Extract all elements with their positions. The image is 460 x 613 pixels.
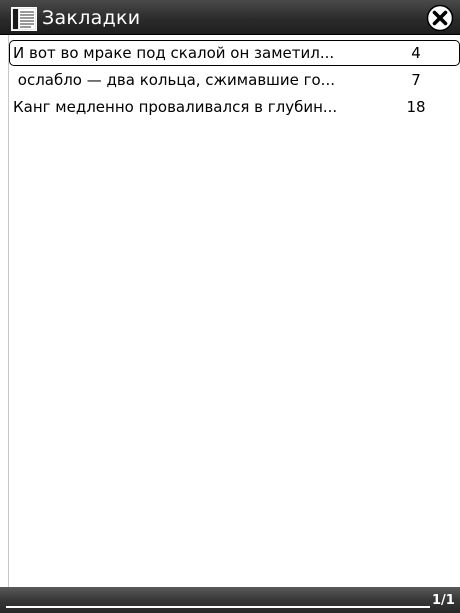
bookmark-page: 4 bbox=[411, 44, 421, 62]
page-progress-line bbox=[6, 606, 430, 608]
bookmarks-window: Закладки И вот во мраке под скалой он за… bbox=[0, 0, 460, 613]
bookmark-text: Канг медленно проваливался в глубин... bbox=[13, 98, 338, 116]
bookmarks-book-icon bbox=[11, 7, 37, 31]
bookmark-page: 18 bbox=[406, 98, 426, 116]
close-button[interactable] bbox=[426, 4, 454, 32]
bookmark-text: ослабло — два кольца, сжимавшие го... bbox=[13, 71, 335, 89]
page-indicator: 1/1 bbox=[432, 593, 455, 608]
title-bar: Закладки bbox=[0, 0, 460, 35]
bookmark-item[interactable]: ослабло — два кольца, сжимавшие го... 7 bbox=[9, 67, 460, 93]
bookmark-item[interactable]: Канг медленно проваливался в глубин... 1… bbox=[9, 94, 460, 120]
window-title: Закладки bbox=[42, 7, 141, 29]
bookmark-text: И вот во мраке под скалой он заметил... bbox=[13, 44, 335, 62]
bookmarks-list-area: И вот во мраке под скалой он заметил... … bbox=[8, 35, 460, 587]
bookmarks-list: И вот во мраке под скалой он заметил... … bbox=[9, 40, 460, 121]
bookmark-item[interactable]: И вот во мраке под скалой он заметил... … bbox=[9, 40, 460, 66]
close-x-icon[interactable] bbox=[426, 4, 454, 32]
status-bar: 1/1 bbox=[0, 587, 460, 613]
bookmark-page: 7 bbox=[411, 71, 421, 89]
